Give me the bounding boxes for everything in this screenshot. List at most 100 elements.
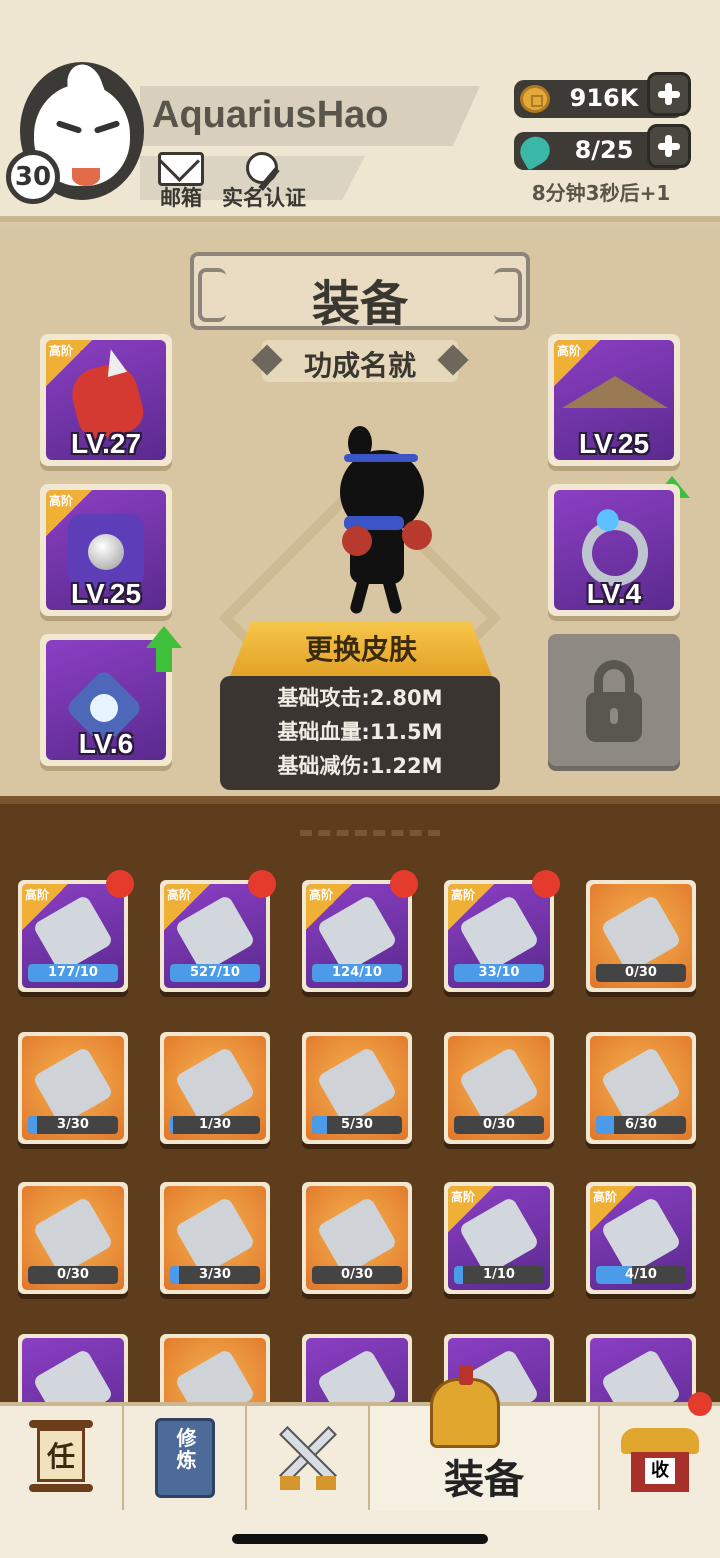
slot-level: LV.27 — [70, 428, 142, 459]
nav-cultivate[interactable]: 修炼 — [124, 1406, 247, 1510]
inventory-item[interactable]: 高阶 4/10 — [586, 1182, 696, 1294]
player-name: AquariusHao — [152, 94, 389, 136]
notification-dot — [390, 870, 418, 898]
player-character — [314, 424, 444, 624]
item-count: 124/10 — [332, 965, 382, 980]
equipment-piece-icon — [600, 1046, 682, 1126]
equipment-piece-icon — [174, 1196, 256, 1276]
inventory-item[interactable] — [302, 1334, 412, 1402]
nav-tasks[interactable]: 任 — [0, 1406, 124, 1510]
inventory-item[interactable]: 3/30 — [160, 1182, 270, 1294]
equipment-piece-icon — [174, 1348, 256, 1402]
tier-tag: 高阶 — [164, 884, 210, 930]
tier-tag: 高阶 — [590, 1186, 636, 1232]
inventory-item[interactable]: 6/30 — [586, 1032, 696, 1144]
slot-level: LV.4 — [586, 578, 642, 609]
progress-bar: 124/10 — [312, 964, 402, 982]
add-gold-button[interactable] — [647, 72, 691, 116]
slot-level: LV.25 — [578, 428, 650, 459]
inventory-grid[interactable]: 高阶 177/10 高阶 527/10 高阶 124/10 高阶 33/10 0/30 3/30 1… — [0, 796, 720, 1402]
add-stamina-button[interactable] — [647, 124, 691, 168]
stat-hp: 基础血量:11.5M — [277, 720, 443, 744]
home-indicator[interactable] — [232, 1534, 488, 1544]
equipment-piece-icon — [600, 894, 682, 974]
item-count: 0/30 — [341, 1267, 373, 1282]
equipment-piece-icon — [32, 1348, 114, 1402]
slot-level: LV.25 — [70, 578, 142, 609]
item-count: 177/10 — [48, 965, 98, 980]
nav-equipment-label: 装备 — [444, 1457, 524, 1503]
inventory-item[interactable]: 3/30 — [18, 1032, 128, 1144]
notification-dot — [688, 1392, 712, 1416]
equipment-piece-icon — [174, 1046, 256, 1126]
locked-slot[interactable] — [548, 634, 680, 766]
change-skin-button[interactable]: 更换皮肤 — [230, 622, 492, 676]
progress-bar: 527/10 — [170, 964, 260, 982]
inventory-item[interactable]: 高阶 527/10 — [160, 870, 276, 992]
shop-icon: 收 — [621, 1420, 699, 1496]
item-count: 6/30 — [625, 1117, 657, 1132]
tier-tag: 高阶 — [448, 1186, 494, 1232]
item-count: 0/30 — [483, 1117, 515, 1132]
tier-tag: 高阶 — [306, 884, 352, 930]
inventory-item[interactable] — [18, 1334, 128, 1402]
coin-icon — [520, 85, 550, 113]
nav-battle[interactable] — [247, 1406, 370, 1510]
tier-tag: 高阶 — [46, 490, 92, 536]
nav-equipment[interactable]: 装备 — [370, 1365, 600, 1510]
inventory-item[interactable] — [160, 1334, 270, 1402]
equip-slot-ring[interactable]: LV.4 — [548, 484, 680, 616]
tier-tag: 高阶 — [22, 884, 68, 930]
page-title: 装备 — [311, 276, 408, 332]
section-divider — [300, 824, 440, 836]
equipment-piece-icon — [316, 1046, 398, 1126]
equipment-piece-icon — [600, 1348, 682, 1402]
progress-bar: 0/30 — [28, 1266, 118, 1284]
rank-badge[interactable]: 功成名就 — [262, 340, 458, 382]
lock-body — [586, 692, 642, 742]
equipment-piece-icon — [32, 1046, 114, 1126]
inventory-item[interactable]: 高阶 177/10 — [18, 870, 134, 992]
avatar-beak — [72, 168, 100, 186]
stamina-value: 8/25 — [574, 136, 634, 164]
inventory-item[interactable]: 0/30 — [18, 1182, 128, 1294]
notification-dot — [106, 870, 134, 898]
progress-bar: 1/30 — [170, 1116, 260, 1134]
inventory-item[interactable]: 高阶 33/10 — [444, 870, 560, 992]
notification-dot — [248, 870, 276, 898]
inventory-item[interactable] — [586, 1334, 696, 1402]
inventory-item[interactable]: 5/30 — [302, 1032, 412, 1144]
inventory-item[interactable]: 高阶 1/10 — [444, 1182, 554, 1294]
equip-slot-armor[interactable]: 高阶 LV.25 — [40, 484, 172, 616]
tier-tag: 高阶 — [448, 884, 494, 930]
rank-text: 功成名就 — [303, 349, 416, 382]
book-icon: 修炼 — [154, 1418, 215, 1498]
mail-button[interactable]: 邮箱 — [158, 152, 204, 212]
progress-bar: 6/30 — [596, 1116, 686, 1134]
inventory-item[interactable]: 0/30 — [302, 1182, 412, 1294]
verify-icon — [244, 152, 284, 191]
progress-bar: 177/10 — [28, 964, 118, 982]
progress-bar: 0/30 — [454, 1116, 544, 1134]
item-count: 4/10 — [625, 1267, 657, 1282]
nav-shop[interactable]: 收 — [600, 1392, 720, 1510]
inventory-item[interactable]: 1/30 — [160, 1032, 270, 1144]
crossed-swords-icon — [274, 1420, 342, 1496]
progress-bar: 1/10 — [454, 1266, 544, 1284]
inventory-item[interactable]: 0/30 — [444, 1032, 554, 1144]
progress-bar: 4/10 — [596, 1266, 686, 1284]
player-level-badge: 30 — [6, 150, 60, 204]
verify-button[interactable]: 实名认证 — [222, 152, 306, 212]
item-count: 5/30 — [341, 1117, 373, 1132]
slot-level: LV.6 — [78, 728, 134, 759]
equip-slot-glove[interactable]: 高阶 LV.27 — [40, 334, 172, 466]
gem-icon — [515, 131, 555, 171]
bottom-nav: 任 修炼 装备 收 — [0, 1365, 720, 1510]
equip-slot-hat[interactable]: 高阶 LV.25 — [548, 334, 680, 466]
inventory-item[interactable]: 高阶 124/10 — [302, 870, 418, 992]
progress-bar: 33/10 — [454, 964, 544, 982]
item-count: 3/30 — [57, 1117, 89, 1132]
inventory-item[interactable]: 0/30 — [586, 880, 696, 992]
mail-icon — [158, 152, 204, 186]
item-count: 527/10 — [190, 965, 240, 980]
